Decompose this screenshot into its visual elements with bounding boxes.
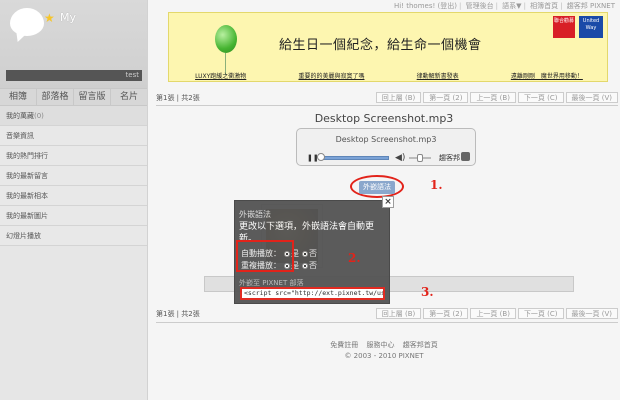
- bubble-tail: [11, 32, 29, 42]
- divider: [156, 322, 618, 323]
- annotation-3: 3.: [421, 285, 434, 299]
- sidebar-item-latest-comments[interactable]: 我的最新留言: [0, 166, 147, 186]
- sidebar-item-label: 我的萬藏: [6, 112, 34, 120]
- sidebar-search-input[interactable]: test: [6, 70, 142, 81]
- next-page-button[interactable]: 下一頁 (C): [517, 92, 564, 103]
- charity-logo: 聯合勸募: [553, 16, 575, 38]
- banner-link[interactable]: 律動解新書發表: [417, 71, 459, 80]
- copyright: © 2003 - 2010 PIXNET: [344, 352, 424, 360]
- sidebar-item-latest-images[interactable]: 我的最新圖片: [0, 206, 147, 226]
- volume-knob[interactable]: [417, 154, 423, 162]
- pager-top: 第1張 | 共2張 回上層 (B) 第一頁 (2) 上一頁 (B) 下一頁 (C…: [156, 91, 618, 104]
- sidebar-menu: 我的萬藏(0) 音樂資訊 我的熱門排行 我的最新留言 我的最新相本 我的最新圖片…: [0, 106, 147, 246]
- tab-card[interactable]: 名片: [111, 89, 147, 105]
- logout-link[interactable]: Hi! thomes! (登出): [394, 2, 457, 10]
- sidebar-item-slideshow[interactable]: 幻燈片播放: [0, 226, 147, 246]
- sidebar-tabs: 相簿 部落格 留言版 名片: [0, 88, 147, 106]
- sidebar-item-music-info[interactable]: 音樂資訊: [0, 126, 147, 146]
- first-page-button[interactable]: 第一頁 (2): [423, 308, 469, 319]
- banner-link[interactable]: LUXY跑緩之衝激物: [195, 71, 246, 80]
- last-page-button[interactable]: 最後一頁 (V): [565, 308, 618, 319]
- banner-link[interactable]: 遠離剛剛 魔世界用移動！: [511, 71, 583, 80]
- annotation-2: 2.: [348, 251, 361, 265]
- loop-no-radio[interactable]: [302, 262, 308, 269]
- popup-title: 外嵌語法: [239, 210, 271, 219]
- audio-player: Desktop Screenshot.mp3 ❚❚ ◀) 趨客邦: [296, 128, 476, 166]
- footer-link-home[interactable]: 趨客邦首頁: [403, 341, 438, 349]
- album-home-link[interactable]: 相簿首頁: [530, 2, 558, 10]
- footer-links: 免費註冊 服務中心 趨客邦首頁: [148, 340, 620, 351]
- tab-album[interactable]: 相簿: [0, 89, 37, 105]
- balloon-icon: [215, 25, 237, 53]
- sidebar-item-label: 我的最新圖片: [6, 212, 48, 220]
- radio-label: 否: [309, 261, 317, 270]
- autoplay-no-radio[interactable]: [302, 250, 308, 257]
- sidebar-item-label: 幻燈片播放: [6, 232, 41, 240]
- prev-page-button[interactable]: 上一頁 (B): [470, 308, 516, 319]
- footer: 免費註冊 服務中心 趨客邦首頁 © 2003 - 2010 PIXNET: [148, 340, 620, 362]
- annotation-1: 1.: [430, 178, 443, 192]
- banner-text: 給生日一個紀念，給生命一個機會: [279, 38, 482, 53]
- sidebar-item-label: 音樂資訊: [6, 132, 34, 140]
- next-page-button[interactable]: 下一頁 (C): [517, 308, 564, 319]
- star-icon: ★: [44, 11, 55, 25]
- ad-banner[interactable]: 給生日一個紀念，給生命一個機會 聯合勸募 United Way LUXY跑緩之衝…: [168, 12, 608, 82]
- progress-knob[interactable]: [317, 153, 325, 161]
- annotation-box: [236, 240, 294, 272]
- share-label: 趨客邦: [439, 154, 460, 162]
- sidebar-item-label: 我的熱門排行: [6, 152, 48, 160]
- volume-icon[interactable]: ◀): [395, 153, 405, 163]
- sidebar-item-count: (0): [34, 112, 44, 120]
- prev-page-button[interactable]: 上一頁 (B): [470, 92, 516, 103]
- share-icon[interactable]: [461, 152, 470, 161]
- radio-label: 否: [309, 249, 317, 258]
- sidebar-item-collection[interactable]: 我的萬藏(0): [0, 106, 147, 126]
- banner-links: LUXY跑緩之衝激物 重要的的美麗與寂寞了嗎 律動解新書發表 遠離剛剛 魔世界用…: [169, 71, 609, 80]
- player-track-name: Desktop Screenshot.mp3: [335, 135, 437, 144]
- embed-code-field[interactable]: <script src="http://ext.pixnet.tw/user/t…: [240, 287, 385, 300]
- close-icon[interactable]: ×: [382, 196, 394, 208]
- admin-link[interactable]: 管理後台: [466, 2, 494, 10]
- last-page-button[interactable]: 最後一頁 (V): [565, 92, 618, 103]
- sidebar-title: My: [60, 11, 77, 24]
- sidebar-header: ★ My test: [0, 0, 147, 88]
- track-title: Desktop Screenshot.mp3: [314, 112, 454, 125]
- first-page-button[interactable]: 第一頁 (2): [423, 92, 469, 103]
- tab-guestbook[interactable]: 留言版: [74, 89, 111, 105]
- top-navigation: Hi! thomes! (登出) | 管理後台 | 語系▼ | 相簿首頁 | 趨客邦 P…: [394, 2, 615, 10]
- footer-link-register[interactable]: 免費註冊: [330, 341, 358, 349]
- pager-bottom: 第1張 | 共2張 回上層 (B) 第一頁 (2) 上一頁 (B) 下一頁 (C…: [156, 307, 618, 320]
- embed-code-button[interactable]: 外嵌語法: [359, 181, 395, 194]
- sidebar-item-latest-albums[interactable]: 我的最新相本: [0, 186, 147, 206]
- sidebar-item-label: 我的最新留言: [6, 172, 48, 180]
- back-button[interactable]: 回上層 (B): [375, 92, 422, 103]
- pixnet-link[interactable]: 趨客邦 PIXNET: [567, 2, 615, 10]
- sidebar: ★ My test 相簿 部落格 留言版 名片 我的萬藏(0) 音樂資訊 我的熱…: [0, 0, 148, 400]
- tab-blog[interactable]: 部落格: [37, 89, 74, 105]
- back-button[interactable]: 回上層 (B): [375, 308, 422, 319]
- language-link[interactable]: 語系▼: [502, 2, 521, 10]
- progress-bar[interactable]: [319, 156, 389, 160]
- sidebar-item-popular[interactable]: 我的熱門排行: [0, 146, 147, 166]
- divider: [156, 105, 618, 106]
- united-way-logo: United Way: [579, 16, 603, 38]
- main-content: Hi! thomes! (登出) | 管理後台 | 語系▼ | 相簿首頁 | 趨客邦 P…: [148, 0, 620, 400]
- banner-link[interactable]: 重要的的美麗與寂寞了嗎: [298, 71, 364, 80]
- pager-info: 第1張 | 共2張: [156, 93, 200, 102]
- pager-info: 第1張 | 共2張: [156, 309, 200, 318]
- sidebar-item-label: 我的最新相本: [6, 192, 48, 200]
- footer-link-help[interactable]: 服務中心: [367, 341, 395, 349]
